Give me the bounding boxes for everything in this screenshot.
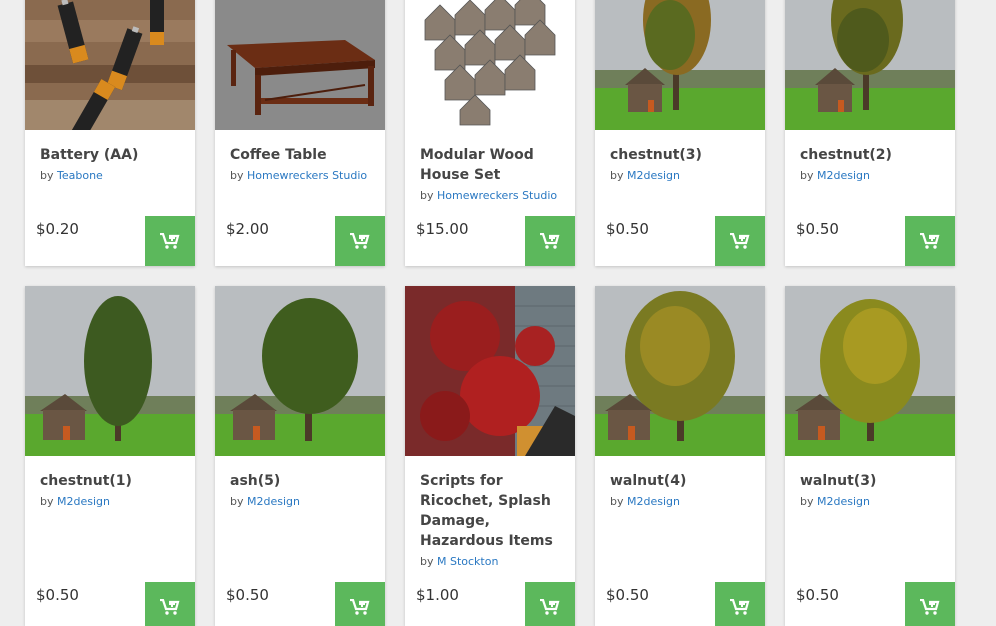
product-title[interactable]: walnut(4) (610, 471, 755, 491)
by-label: by (40, 169, 54, 182)
author-link[interactable]: Homewreckers Studio (437, 189, 557, 202)
product-price: $2.00 (226, 220, 269, 238)
product-title[interactable]: chestnut(2) (800, 145, 945, 165)
product-thumbnail[interactable] (215, 286, 385, 456)
by-label: by (420, 555, 434, 568)
add-to-cart-button[interactable] (335, 582, 385, 626)
product-price: $0.50 (796, 220, 839, 238)
by-label: by (610, 495, 624, 508)
product-price: $0.50 (606, 220, 649, 238)
by-label: by (40, 495, 54, 508)
product-author-line: by Homewreckers Studio (230, 169, 380, 183)
add-to-cart-icon (730, 233, 750, 249)
add-to-cart-button[interactable] (525, 582, 575, 626)
product-thumbnail[interactable] (785, 286, 955, 456)
product-card[interactable]: chestnut(3) by M2design $0.50 (595, 0, 765, 266)
add-to-cart-button[interactable] (715, 582, 765, 626)
author-link[interactable]: M2design (627, 169, 680, 182)
by-label: by (230, 169, 244, 182)
by-label: by (420, 189, 434, 202)
add-to-cart-icon (540, 233, 560, 249)
author-link[interactable]: M2design (817, 169, 870, 182)
add-to-cart-icon (920, 599, 940, 615)
author-link[interactable]: Teabone (57, 169, 103, 182)
add-to-cart-icon (350, 599, 370, 615)
add-to-cart-icon (350, 233, 370, 249)
product-title[interactable]: ash(5) (230, 471, 375, 491)
author-link[interactable]: M2design (627, 495, 680, 508)
product-author-line: by Homewreckers Studio (420, 189, 570, 203)
product-card[interactable]: walnut(4) by M2design $0.50 (595, 286, 765, 626)
add-to-cart-icon (160, 599, 180, 615)
product-card[interactable]: chestnut(2) by M2design $0.50 (785, 0, 955, 266)
by-label: by (610, 169, 624, 182)
product-price: $0.50 (36, 586, 79, 604)
product-author-line: by M2design (800, 495, 950, 509)
add-to-cart-button[interactable] (905, 216, 955, 266)
product-price: $0.50 (796, 586, 839, 604)
product-title[interactable]: Modular Wood House Set (420, 145, 565, 185)
product-card[interactable]: ash(5) by M2design $0.50 (215, 286, 385, 626)
product-thumbnail[interactable] (25, 286, 195, 456)
author-link[interactable]: M2design (57, 495, 110, 508)
product-author-line: by M Stockton (420, 555, 570, 569)
product-title[interactable]: walnut(3) (800, 471, 945, 491)
add-to-cart-icon (540, 599, 560, 615)
product-author-line: by M2design (800, 169, 950, 183)
add-to-cart-button[interactable] (905, 582, 955, 626)
product-thumbnail[interactable] (405, 286, 575, 456)
product-author-line: by M2design (40, 495, 190, 509)
product-thumbnail[interactable] (595, 286, 765, 456)
product-thumbnail[interactable] (25, 0, 195, 130)
product-price: $0.50 (226, 586, 269, 604)
author-link[interactable]: Homewreckers Studio (247, 169, 367, 182)
product-card[interactable]: chestnut(1) by M2design $0.50 (25, 286, 195, 626)
author-link[interactable]: M2design (817, 495, 870, 508)
product-author-line: by M2design (610, 169, 760, 183)
add-to-cart-icon (160, 233, 180, 249)
product-card[interactable]: walnut(3) by M2design $0.50 (785, 286, 955, 626)
product-price: $1.00 (416, 586, 459, 604)
product-card[interactable]: Battery (AA) by Teabone $0.20 (25, 0, 195, 266)
product-card[interactable]: Modular Wood House Set by Homewreckers S… (405, 0, 575, 266)
product-thumbnail[interactable] (215, 0, 385, 130)
add-to-cart-button[interactable] (145, 216, 195, 266)
author-link[interactable]: M Stockton (437, 555, 498, 568)
add-to-cart-icon (730, 599, 750, 615)
product-thumbnail[interactable] (785, 0, 955, 130)
add-to-cart-button[interactable] (715, 216, 765, 266)
product-author-line: by M2design (610, 495, 760, 509)
product-card[interactable]: Scripts for Ricochet, Splash Damage, Haz… (405, 286, 575, 626)
product-title[interactable]: chestnut(1) (40, 471, 185, 491)
product-thumbnail[interactable] (405, 0, 575, 130)
by-label: by (230, 495, 244, 508)
product-title[interactable]: Scripts for Ricochet, Splash Damage, Haz… (420, 471, 565, 551)
product-title[interactable]: Battery (AA) (40, 145, 185, 165)
product-author-line: by Teabone (40, 169, 190, 183)
product-price: $0.20 (36, 220, 79, 238)
by-label: by (800, 495, 814, 508)
product-title[interactable]: Coffee Table (230, 145, 375, 165)
product-author-line: by M2design (230, 495, 380, 509)
by-label: by (800, 169, 814, 182)
add-to-cart-icon (920, 233, 940, 249)
product-title[interactable]: chestnut(3) (610, 145, 755, 165)
add-to-cart-button[interactable] (335, 216, 385, 266)
add-to-cart-button[interactable] (525, 216, 575, 266)
product-price: $15.00 (416, 220, 469, 238)
product-thumbnail[interactable] (595, 0, 765, 130)
add-to-cart-button[interactable] (145, 582, 195, 626)
author-link[interactable]: M2design (247, 495, 300, 508)
product-price: $0.50 (606, 586, 649, 604)
product-card[interactable]: Coffee Table by Homewreckers Studio $2.0… (215, 0, 385, 266)
